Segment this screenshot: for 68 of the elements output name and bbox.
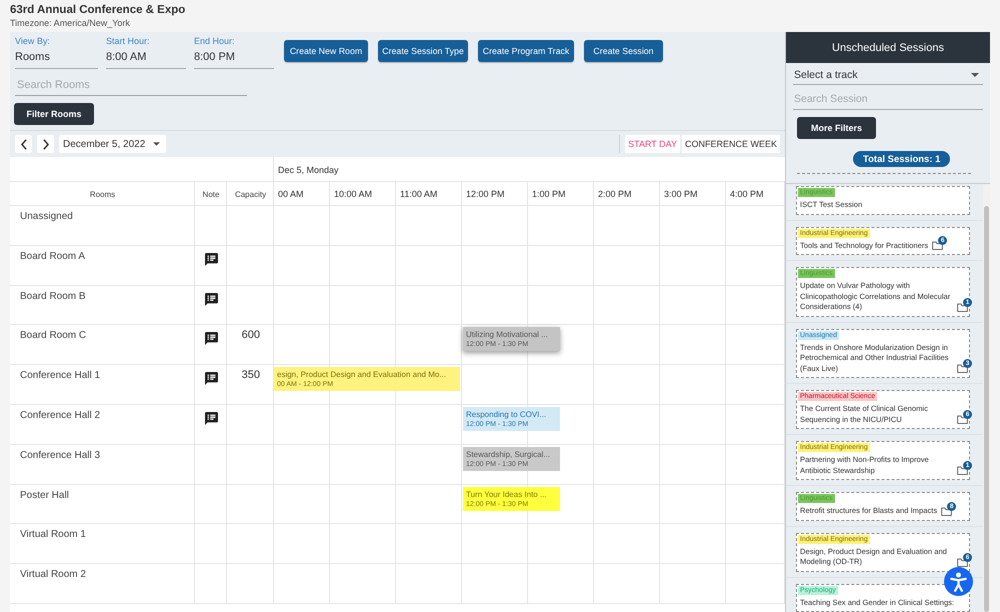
more-filters-button[interactable]: More Filters xyxy=(797,117,876,139)
create-button[interactable]: Create Program Track xyxy=(478,40,574,62)
note-icon[interactable] xyxy=(204,332,218,346)
room-name: Conference Hall 1 xyxy=(20,370,100,382)
room-capacity: 600 xyxy=(242,329,260,342)
day-label: Dec 5, Monday xyxy=(278,164,339,174)
dropdown-field[interactable]: View By: Rooms xyxy=(15,36,98,69)
next-day-button[interactable] xyxy=(37,135,54,153)
folder-icon xyxy=(957,302,968,312)
folder-icon xyxy=(957,415,968,424)
hour-label: 00 AM xyxy=(278,189,304,199)
column-header: Note xyxy=(202,190,220,198)
hour-label: 11:00 AM xyxy=(400,189,438,199)
folder-icon xyxy=(957,558,968,566)
caret-down-icon xyxy=(153,142,160,146)
previous-day-button[interactable] xyxy=(15,135,32,153)
dropdown-field[interactable]: Start Hour: 8:00 AM xyxy=(106,36,186,69)
hour-label: 4:00 PM xyxy=(730,189,764,199)
note-icon[interactable] xyxy=(204,412,218,425)
column-header: Rooms xyxy=(90,190,116,198)
note-icon[interactable] xyxy=(204,292,218,306)
search-session-field[interactable]: Search Session xyxy=(793,89,983,110)
page-title: 63rd Annual Conference & Expo xyxy=(10,3,186,18)
search-rooms-field[interactable]: Search Rooms xyxy=(15,74,247,96)
create-button[interactable]: Create Session xyxy=(584,40,663,62)
note-icon[interactable] xyxy=(204,252,218,266)
folder-icon xyxy=(941,506,952,516)
room-name: Poster Hall xyxy=(20,490,69,501)
filter-rooms-button[interactable]: Filter Rooms xyxy=(14,103,94,125)
session-title: Turn Your Ideas Into ... xyxy=(466,488,547,500)
timezone-label: Timezone: America/New_York xyxy=(10,18,130,29)
room-name: Board Room A xyxy=(20,250,86,262)
scrollbar[interactable] xyxy=(984,206,989,612)
session-title: Utilizing Motivational ... xyxy=(466,329,548,340)
hour-label: 3:00 PM xyxy=(664,189,698,199)
view-tab[interactable]: CONFERENCE WEEK xyxy=(682,135,780,153)
room-name: Board Room B xyxy=(20,290,86,302)
chevron-right-icon xyxy=(42,138,48,150)
session-title: esign, Product Design and Evaluation and Mo... xyxy=(277,369,446,380)
room-name: Virtual Room 2 xyxy=(20,569,86,580)
track-dropdown[interactable]: Select a track xyxy=(793,66,983,85)
total-sessions-badge: Total Sessions: 1 xyxy=(853,151,950,167)
folder-icon xyxy=(957,466,968,475)
session-title: Responding to COVI... xyxy=(466,408,546,420)
chevron-left-icon xyxy=(20,138,26,150)
room-name: Board Room C xyxy=(20,330,86,342)
room-name: Conference Hall 3 xyxy=(20,450,100,461)
room-name: Unassigned xyxy=(20,211,73,222)
panel-title: Unscheduled Sessions xyxy=(786,32,990,63)
create-button[interactable]: Create New Room xyxy=(284,40,368,62)
folder-icon xyxy=(957,364,968,373)
room-name: Virtual Room 1 xyxy=(20,529,86,540)
session-title: Stewardship, Surgical... xyxy=(466,448,550,460)
column-header: Capacity xyxy=(234,190,266,198)
folder-icon xyxy=(932,241,944,250)
accessibility-icon xyxy=(950,572,967,592)
hour-label: 12:00 PM xyxy=(466,189,505,199)
room-capacity: 350 xyxy=(242,369,260,382)
caret-down-icon xyxy=(971,73,979,77)
hour-label: 2:00 PM xyxy=(598,189,632,199)
room-name: Conference Hall 2 xyxy=(20,410,100,421)
hour-label: 1:00 PM xyxy=(532,189,566,199)
date-dropdown[interactable]: December 5, 2022 xyxy=(59,135,166,153)
hour-label: 10:00 AM xyxy=(334,189,372,199)
create-button[interactable]: Create Session Type xyxy=(378,40,468,62)
view-tab[interactable]: START DAY xyxy=(625,135,680,153)
note-icon[interactable] xyxy=(204,372,218,386)
dropdown-field[interactable]: End Hour: 8:00 PM xyxy=(194,36,274,69)
